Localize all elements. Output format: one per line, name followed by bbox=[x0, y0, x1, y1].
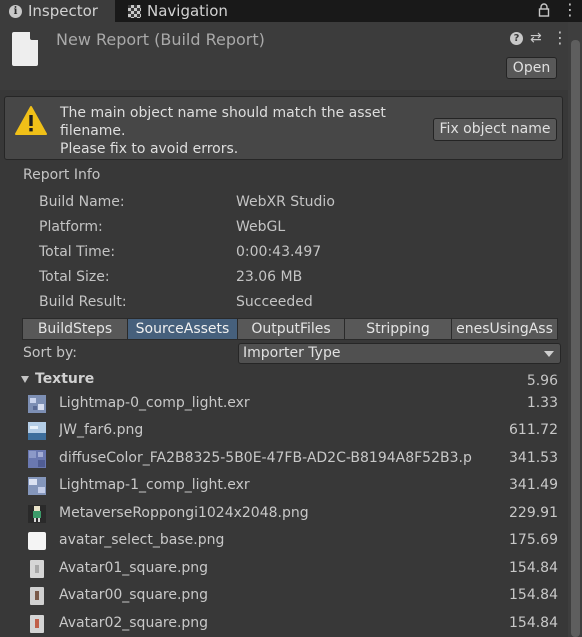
info-value: 23.06 MB bbox=[236, 269, 303, 285]
tab-navigation[interactable]: Navigation bbox=[126, 0, 228, 22]
tab-inspector[interactable]: i Inspector bbox=[0, 0, 115, 22]
tab-stripping[interactable]: Stripping bbox=[344, 318, 451, 340]
info-value: WebGL bbox=[236, 219, 286, 235]
info-value: 0:00:43.497 bbox=[236, 244, 322, 260]
warning-icon bbox=[15, 106, 47, 135]
sort-by-dropdown[interactable]: Importer Type bbox=[238, 343, 561, 364]
tab-navigation-label: Navigation bbox=[147, 2, 228, 20]
asset-row[interactable]: Avatar01_square.png 154.84 bbox=[0, 556, 565, 583]
info-key: Build Result: bbox=[39, 294, 127, 310]
avatar-thumb-icon bbox=[30, 587, 44, 605]
navigation-icon bbox=[128, 4, 141, 18]
asset-name: avatar_select_base.png bbox=[59, 532, 225, 548]
diffuse-thumb-icon bbox=[28, 450, 46, 468]
info-icon: i bbox=[9, 4, 22, 18]
asset-row[interactable]: Avatar00_square.png 154.84 bbox=[0, 583, 565, 610]
expand-triangle-icon[interactable] bbox=[21, 376, 29, 383]
tab-sourceassets[interactable]: SourceAssets bbox=[127, 318, 237, 340]
sky-thumb-icon bbox=[28, 422, 46, 440]
asset-row[interactable]: MetaverseRoppongi1024x2048.png 229.91 bbox=[0, 501, 565, 528]
tab-outputfiles[interactable]: OutputFiles bbox=[237, 318, 344, 340]
warning-line-1: The main object name should match the as… bbox=[60, 105, 386, 121]
warning-message: The main object name should match the as… bbox=[60, 104, 386, 158]
info-row-total-time: Total Time: 0:00:43.497 bbox=[0, 244, 560, 268]
sort-by-value: Importer Type bbox=[243, 345, 341, 361]
white-thumb-icon bbox=[28, 532, 46, 550]
info-row-platform: Platform: WebGL bbox=[0, 219, 560, 243]
sort-by-label: Sort by: bbox=[23, 345, 78, 361]
group-size: 5.96 bbox=[526, 373, 558, 389]
asset-name: Lightmap-1_comp_light.exr bbox=[59, 477, 250, 493]
asset-size: 154.84 bbox=[509, 587, 558, 603]
more-options-icon[interactable]: ⋮ bbox=[562, 2, 578, 18]
fix-object-name-button[interactable]: Fix object name bbox=[433, 118, 557, 141]
info-key: Total Time: bbox=[39, 244, 116, 260]
asset-name: diffuseColor_FA2B8325-5B0E-47FB-AD2C-B81… bbox=[59, 450, 472, 466]
group-name: Texture bbox=[35, 371, 95, 387]
chevron-down-icon bbox=[544, 351, 554, 357]
info-row-build-name: Build Name: WebXR Studio bbox=[0, 194, 560, 218]
tab-scenes-using-assets[interactable]: enesUsingAss bbox=[451, 318, 558, 340]
asset-row[interactable]: JW_far6.png 611.72 bbox=[0, 418, 565, 445]
open-button[interactable]: Open bbox=[506, 57, 557, 79]
window-tab-bar: i Inspector Navigation ⋮ bbox=[0, 0, 582, 22]
asset-row[interactable]: Avatar02_square.png 154.84 bbox=[0, 611, 565, 637]
warning-line-2: filename. bbox=[60, 123, 126, 139]
tab-buildsteps[interactable]: BuildSteps bbox=[22, 318, 127, 340]
asset-size: 341.49 bbox=[509, 477, 558, 493]
asset-row[interactable]: Lightmap-0_comp_light.exr 1.33 bbox=[0, 391, 565, 418]
vertical-scrollbar-thumb[interactable] bbox=[571, 40, 580, 637]
info-row-build-result: Build Result: Succeeded bbox=[0, 294, 560, 318]
asset-row[interactable]: Lightmap-1_comp_light.exr 341.49 bbox=[0, 473, 565, 500]
character-thumb-icon bbox=[28, 505, 46, 523]
help-icon[interactable]: ? bbox=[510, 32, 523, 45]
asset-name: JW_far6.png bbox=[59, 422, 144, 438]
report-view-tabs: BuildSteps SourceAssets OutputFiles Stri… bbox=[22, 318, 558, 340]
info-value: WebXR Studio bbox=[236, 194, 335, 210]
asset-size: 175.69 bbox=[509, 532, 558, 548]
asset-size: 341.53 bbox=[509, 450, 558, 466]
asset-size: 154.84 bbox=[509, 560, 558, 576]
info-key: Platform: bbox=[39, 219, 103, 235]
preset-icon[interactable]: ⇄ bbox=[530, 30, 542, 46]
context-menu-icon[interactable]: ⋮ bbox=[552, 28, 568, 47]
avatar-thumb-icon bbox=[30, 560, 44, 578]
object-title: New Report (Build Report) bbox=[56, 30, 265, 49]
lock-icon[interactable] bbox=[538, 3, 550, 17]
report-info-label: Report Info bbox=[23, 167, 101, 183]
asset-name: Avatar02_square.png bbox=[59, 615, 209, 631]
warning-box: The main object name should match the as… bbox=[4, 96, 563, 160]
group-header-texture[interactable]: Texture 5.96 bbox=[0, 370, 565, 392]
info-key: Total Size: bbox=[39, 269, 110, 285]
asset-name: Lightmap-0_comp_light.exr bbox=[59, 395, 250, 411]
inspector-header: New Report (Build Report) ? ⇄ ⋮ Open bbox=[0, 22, 568, 90]
warning-line-3: Please fix to avoid errors. bbox=[60, 141, 239, 157]
asset-size: 1.33 bbox=[526, 395, 558, 411]
asset-size: 229.91 bbox=[509, 505, 558, 521]
asset-row[interactable]: avatar_select_base.png 175.69 bbox=[0, 528, 565, 555]
asset-name: Avatar01_square.png bbox=[59, 560, 209, 576]
asset-size: 611.72 bbox=[509, 422, 558, 438]
lightmap-thumb-icon bbox=[28, 477, 46, 495]
lightmap-thumb-icon bbox=[28, 395, 46, 413]
tab-inspector-label: Inspector bbox=[28, 2, 98, 20]
asset-name: MetaverseRoppongi1024x2048.png bbox=[59, 505, 309, 521]
asset-name: Avatar00_square.png bbox=[59, 587, 209, 603]
info-value: Succeeded bbox=[236, 294, 313, 310]
info-row-total-size: Total Size: 23.06 MB bbox=[0, 269, 560, 293]
document-icon bbox=[12, 32, 38, 66]
asset-size: 154.84 bbox=[509, 615, 558, 631]
avatar-thumb-icon bbox=[30, 615, 44, 633]
asset-row[interactable]: diffuseColor_FA2B8325-5B0E-47FB-AD2C-B81… bbox=[0, 446, 565, 473]
info-key: Build Name: bbox=[39, 194, 125, 210]
